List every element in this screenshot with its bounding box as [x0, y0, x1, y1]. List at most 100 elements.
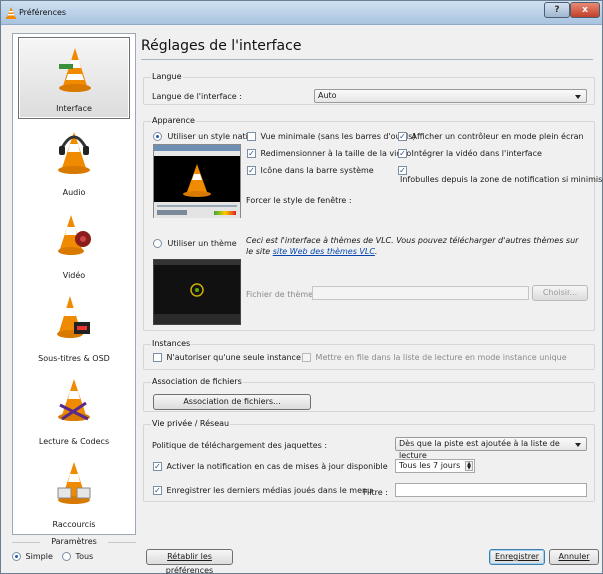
spin-arrows-icon[interactable]: ▲ ▼ — [465, 461, 473, 471]
embed-video-label: Intégrer la vidéo dans l'interface — [411, 149, 542, 158]
checkbox-checked[interactable]: ✓ — [398, 132, 407, 141]
enqueue-label: Mettre en file dans la liste de lecture … — [315, 353, 567, 362]
help-button[interactable]: ? — [544, 2, 570, 18]
cone-video-icon — [58, 215, 91, 255]
checkbox-checked[interactable]: ✓ — [247, 166, 256, 175]
cone-preview-icon — [183, 164, 211, 197]
checkbox[interactable] — [302, 353, 311, 362]
radio-button[interactable] — [153, 132, 162, 141]
update-notify-checkbox[interactable]: ✓ Activer la notification en cas de mise… — [153, 462, 388, 471]
sidebar-item-codecs[interactable]: Lecture & Codecs — [18, 369, 130, 451]
cone-subtitles-icon — [57, 296, 90, 338]
language-select[interactable]: Auto — [314, 89, 587, 103]
checkbox-checked[interactable]: ✓ — [153, 486, 162, 495]
preview-video-area — [154, 156, 240, 202]
update-interval-value: Tous les 7 jours — [399, 461, 461, 470]
save-recent-label: Enregistrer les derniers médias joués da… — [166, 486, 373, 495]
update-interval-spinbox[interactable]: Tous les 7 jours ▲ ▼ — [395, 459, 475, 473]
settings-scope: Paramètres Simple Tous — [12, 536, 136, 572]
sidebar-item-label: Sous-titres & OSD — [38, 354, 110, 363]
checkbox-checked[interactable]: ✓ — [153, 462, 162, 471]
sidebar-item-shortcuts[interactable]: Raccourcis — [18, 452, 130, 534]
file-assoc-group-title: Association de fichiers — [151, 377, 243, 386]
fullscreen-ctrl-checkbox[interactable]: ✓ Afficher un contrôleur en mode plein é… — [398, 132, 584, 141]
cancel-button[interactable]: Annuler — [549, 549, 599, 565]
sidebar-item-audio[interactable]: Audio — [18, 120, 130, 202]
sidebar-item-label: Raccourcis — [52, 520, 96, 529]
title-separator — [141, 59, 593, 60]
radio-button[interactable] — [153, 239, 162, 248]
resize-video-checkbox[interactable]: ✓ Redimensionner à la taille de la vidéo — [247, 149, 411, 158]
skin-glow-icon — [190, 283, 204, 297]
skin-controls — [154, 314, 240, 324]
systray-label: Icône dans la barre système — [260, 166, 374, 175]
scope-simple-radio[interactable]: Simple — [12, 552, 53, 561]
cone-interface-icon — [59, 48, 91, 92]
checkbox[interactable] — [247, 132, 256, 141]
art-policy-label: Politique de téléchargement des jaquette… — [152, 441, 328, 450]
minimal-view-label: Vue minimale (sans les barres d'outils) — [260, 132, 416, 141]
language-label: Langue de l'interface : — [152, 92, 242, 101]
reset-preferences-button[interactable]: Rétablir les préférences — [146, 549, 233, 574]
theme-desc-end: . — [374, 247, 378, 256]
close-button[interactable]: x — [570, 2, 600, 18]
sidebar-item-subtitles[interactable]: Sous-titres & OSD — [18, 286, 130, 368]
force-style-label: Forcer le style de fenêtre : — [246, 196, 352, 205]
scope-simple-label: Simple — [25, 552, 53, 561]
use-theme-label: Utiliser un thème — [167, 239, 237, 248]
theme-file-label: Fichier de thème : — [246, 290, 319, 299]
sidebar-item-label: Interface — [56, 104, 92, 113]
update-notify-label: Activer la notification en cas de mises … — [166, 462, 388, 471]
skin-preview — [153, 259, 241, 325]
checkbox[interactable] — [153, 353, 162, 362]
sidebar-item-video[interactable]: Vidéo — [18, 203, 130, 285]
sidebar-item-label: Vidéo — [62, 271, 86, 280]
tooltips-notify-checkbox[interactable]: ✓ Infobulles depuis la zone de notificat… — [398, 166, 603, 184]
page-title: Réglages de l'interface — [141, 38, 302, 54]
chevron-down-icon — [575, 95, 581, 99]
art-policy-select[interactable]: Dès que la piste est ajoutée à la liste … — [395, 437, 587, 460]
cone-headphones-icon — [58, 132, 90, 174]
theme-site-link[interactable]: site Web des thèmes VLC — [273, 247, 375, 256]
filter-input[interactable] — [395, 483, 587, 497]
minimal-view-checkbox[interactable]: Vue minimale (sans les barres d'outils) — [247, 132, 416, 141]
native-style-label: Utiliser un style natif — [167, 132, 251, 141]
sidebar-item-label: Audio — [62, 188, 86, 197]
checkbox-checked[interactable]: ✓ — [398, 166, 407, 175]
theme-description: Ceci est l'interface à thèmes de VLC. Vo… — [246, 235, 586, 257]
native-style-preview — [153, 144, 241, 218]
category-sidebar: Interface Audio Vidéo Sous-titres & OSD … — [12, 33, 136, 535]
save-button[interactable]: Enregistrer — [489, 549, 545, 565]
checkbox-checked[interactable]: ✓ — [398, 149, 407, 158]
sidebar-item-label: Lecture & Codecs — [38, 437, 110, 446]
use-theme-radio[interactable]: Utiliser un thème — [153, 239, 237, 248]
checkbox-checked[interactable]: ✓ — [247, 149, 256, 158]
single-instance-checkbox[interactable]: N'autoriser qu'une seule instance — [153, 353, 301, 362]
scope-all-label: Tous — [75, 552, 94, 561]
theme-file-input[interactable] — [312, 286, 529, 300]
divider — [108, 542, 136, 543]
tooltips-notify-label: Infobulles depuis la zone de notificatio… — [400, 175, 603, 184]
privacy-group-title: Vie privée / Réseau — [151, 419, 231, 428]
save-recent-checkbox[interactable]: ✓ Enregistrer les derniers médias joués … — [153, 486, 372, 495]
enqueue-checkbox[interactable]: Mettre en file dans la liste de lecture … — [302, 353, 567, 362]
radio-button[interactable] — [62, 552, 71, 561]
file-assoc-button[interactable]: Association de fichiers... — [153, 394, 311, 410]
window-title: Préférences — [19, 8, 67, 17]
single-instance-label: N'autoriser qu'une seule instance — [166, 353, 301, 362]
cone-shortcuts-icon — [57, 462, 91, 504]
preview-volume — [214, 211, 236, 215]
vlc-cone-icon — [6, 7, 16, 19]
radio-button[interactable] — [12, 552, 21, 561]
native-style-radio[interactable]: Utiliser un style natif — [153, 132, 251, 141]
filter-label: Filtre : — [363, 488, 388, 497]
preview-controls — [154, 202, 240, 218]
sidebar-item-interface[interactable]: Interface — [18, 37, 130, 119]
language-value: Auto — [318, 91, 337, 100]
choose-theme-button[interactable]: Choisir... — [532, 285, 588, 301]
chevron-down-icon — [575, 443, 581, 447]
scope-all-radio[interactable]: Tous — [62, 552, 93, 561]
systray-checkbox[interactable]: ✓ Icône dans la barre système — [247, 166, 374, 175]
language-group-title: Langue — [151, 72, 183, 81]
embed-video-checkbox[interactable]: ✓ Intégrer la vidéo dans l'interface — [398, 149, 542, 158]
